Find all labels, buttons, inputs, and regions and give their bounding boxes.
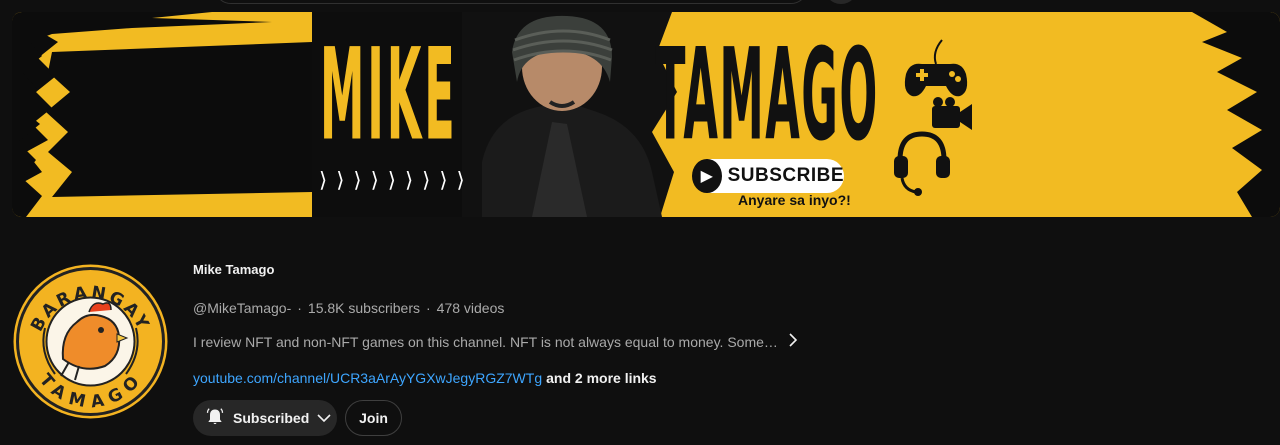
banner-first-name: MIKE (320, 19, 458, 170)
subscribed-button[interactable]: Subscribed (193, 400, 337, 436)
play-icon: ▶ (692, 159, 722, 193)
gamepad-icon (904, 39, 968, 97)
bell-icon (205, 407, 225, 430)
meta-separator: · (425, 300, 431, 316)
voice-search-button[interactable] (824, 0, 858, 4)
channel-links: youtube.com/channel/UCR3aArAyYGXwJegyRGZ… (193, 370, 1243, 386)
search-box[interactable] (214, 0, 808, 4)
banner-tagline: Anyare sa inyo?! (738, 192, 851, 208)
banner-chevrons: ⟩⟩⟩⟩⟩⟩⟩⟩⟩ (319, 168, 474, 192)
join-button[interactable]: Join (345, 400, 402, 436)
channel-actions: Subscribed Join (193, 400, 402, 436)
banner-graphic (12, 12, 1280, 217)
more-links-button[interactable]: and 2 more links (546, 370, 656, 386)
channel-link[interactable]: youtube.com/channel/UCR3aArAyYGXwJegyRGZ… (193, 370, 542, 386)
description-text: I review NFT and non-NFT games on this c… (193, 334, 778, 350)
channel-info: Mike Tamago @MikeTamago- · 15.8K subscri… (193, 262, 1243, 386)
camera-icon (932, 97, 972, 130)
channel-meta: @MikeTamago- · 15.8K subscribers · 478 v… (193, 300, 1243, 316)
meta-separator: · (297, 300, 302, 316)
banner-last-name: TAMAGO (655, 19, 879, 170)
channel-avatar[interactable]: BARANGAY TAMAGO (13, 264, 168, 419)
topbar (0, 0, 1280, 12)
banner-subscribe-badge: ▶ SUBSCRIBE (692, 159, 844, 193)
banner-subscribe-label: SUBSCRIBE (727, 165, 844, 186)
channel-description[interactable]: I review NFT and non-NFT games on this c… (193, 333, 1243, 351)
subscriber-count: 15.8K subscribers (307, 300, 420, 316)
channel-handle: @MikeTamago- (193, 300, 292, 316)
channel-name: Mike Tamago (193, 262, 275, 277)
headset-icon (894, 131, 950, 196)
subscribed-label: Subscribed (233, 410, 310, 426)
chevron-right-icon[interactable] (788, 333, 798, 351)
chevron-down-icon (317, 410, 331, 426)
video-count: 478 videos (436, 300, 505, 316)
channel-banner: MIKE TAMAGO ⟩⟩⟩⟩⟩⟩⟩⟩⟩ ▶ SUBSCRIBE Anyare… (12, 12, 1280, 217)
